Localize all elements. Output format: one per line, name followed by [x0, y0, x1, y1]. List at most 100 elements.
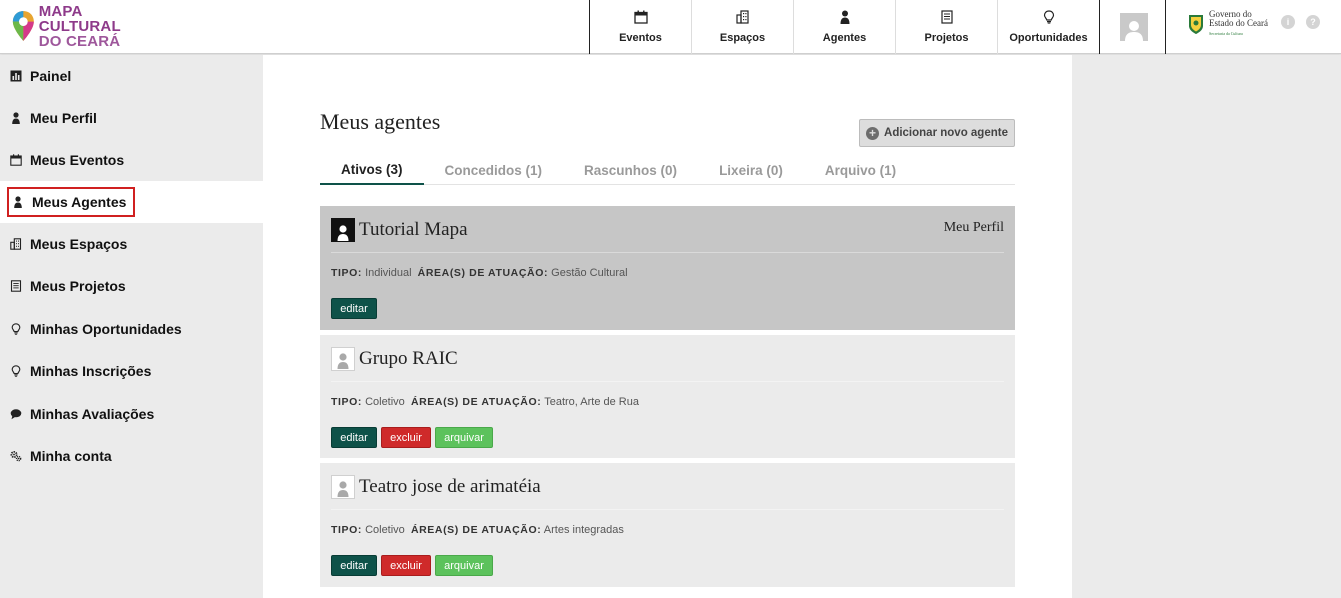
- logo-line-1: MAPA CULTURAL: [38, 2, 121, 35]
- sidebar-item-painel[interactable]: Painel: [0, 55, 263, 97]
- delete-button[interactable]: excluir: [381, 555, 431, 576]
- nav-label: Eventos: [619, 32, 662, 44]
- add-agent-button[interactable]: + Adicionar novo agente: [859, 119, 1015, 147]
- sidebar-item-minhas-inscricoes[interactable]: Minhas Inscrições: [0, 350, 263, 392]
- site-logo[interactable]: MAPA CULTURAL DO CEARÁ: [12, 2, 152, 50]
- delete-button[interactable]: excluir: [381, 427, 431, 448]
- agent-tipo: Coletivo: [365, 524, 405, 536]
- agent-area: Teatro, Arte de Rua: [544, 396, 639, 408]
- agent-card: Teatro jose de arimatéia TIPO: Coletivo …: [320, 463, 1015, 587]
- tab-concedidos[interactable]: Concedidos (1): [424, 155, 564, 185]
- agent-meta: TIPO: Coletivo ÁREA(S) DE ATUAÇÃO: Teatr…: [331, 396, 639, 408]
- add-agent-label: Adicionar novo agente: [884, 127, 1008, 139]
- chart-icon: [10, 70, 22, 82]
- area-label: ÁREA(S) DE ATUAÇÃO:: [410, 524, 542, 536]
- nav-oportunidades[interactable]: Oportunidades: [998, 0, 1100, 54]
- tipo-label: TIPO:: [331, 396, 362, 408]
- sidebar-item-meus-projetos[interactable]: Meus Projetos: [0, 265, 263, 307]
- building-icon: [10, 238, 22, 250]
- sidebar-item-label: Meus Projetos: [30, 278, 126, 294]
- info-icon[interactable]: i: [1281, 15, 1295, 29]
- map-pin-logo-icon: [12, 11, 34, 41]
- tipo-label: TIPO:: [331, 267, 362, 279]
- gov-subtitle: Secretaria da Cultura: [1209, 31, 1243, 36]
- agent-avatar-icon: [331, 475, 355, 499]
- divider: [331, 252, 1004, 253]
- person-icon: [12, 112, 20, 124]
- sidebar-item-minhas-oportunidades[interactable]: Minhas Oportunidades: [0, 308, 263, 350]
- agent-meta: TIPO: Coletivo ÁREA(S) DE ATUAÇÃO: Artes…: [331, 524, 624, 536]
- person-icon: [840, 10, 849, 24]
- gears-icon: [10, 451, 22, 462]
- sidebar-item-minhas-avaliacoes[interactable]: Minhas Avaliações: [0, 393, 263, 435]
- agent-name[interactable]: Tutorial Mapa: [359, 219, 468, 241]
- tab-rascunhos[interactable]: Rascunhos (0): [563, 155, 698, 185]
- sidebar-item-meus-eventos[interactable]: Meus Eventos: [0, 139, 263, 181]
- document-icon: [10, 280, 22, 292]
- my-profile-tag: Meu Perfil: [943, 220, 1004, 235]
- tab-lixeira[interactable]: Lixeira (0): [698, 155, 804, 185]
- help-icon[interactable]: ?: [1306, 15, 1320, 29]
- agent-tipo: Individual: [365, 267, 412, 279]
- active-highlight: Meus Agentes: [7, 187, 136, 217]
- user-silhouette-icon: [1124, 21, 1143, 41]
- sidebar: Painel Meu Perfil Meus Eventos Meus Agen…: [0, 55, 263, 598]
- divider: [331, 509, 1004, 510]
- nav-label: Agentes: [822, 32, 867, 44]
- archive-button[interactable]: arquivar: [435, 427, 493, 448]
- nav-agentes[interactable]: Agentes: [794, 0, 896, 54]
- main-content: Meus agentes + Adicionar novo agente Ati…: [263, 55, 1072, 598]
- plus-circle-icon: +: [866, 126, 880, 140]
- sidebar-item-label: Minhas Oportunidades: [30, 321, 182, 337]
- sidebar-item-meu-perfil[interactable]: Meu Perfil: [0, 97, 263, 139]
- agent-card: Tutorial Mapa Meu Perfil TIPO: Individua…: [320, 206, 1015, 330]
- lightbulb-icon: [11, 323, 21, 335]
- agent-name[interactable]: Grupo RAIC: [359, 348, 458, 370]
- sidebar-item-label: Minhas Avaliações: [30, 406, 155, 422]
- divider: [331, 381, 1004, 382]
- nav-projetos[interactable]: Projetos: [896, 0, 998, 54]
- nav-label: Espaços: [719, 32, 766, 44]
- chat-icon: [10, 409, 22, 420]
- tipo-label: TIPO:: [331, 524, 362, 536]
- sidebar-item-label: Meus Espaços: [30, 236, 128, 252]
- avatar: [1119, 13, 1148, 41]
- sidebar-item-label: Minha conta: [30, 448, 112, 464]
- gov-line-2: Estado do Ceará: [1209, 18, 1268, 28]
- tab-arquivo[interactable]: Arquivo (1): [804, 155, 917, 185]
- building-icon: [735, 10, 749, 24]
- right-margin: [1072, 55, 1341, 598]
- nav-espacos[interactable]: Espaços: [692, 0, 794, 54]
- sidebar-item-label: Meu Perfil: [30, 110, 97, 126]
- user-avatar-menu[interactable]: [1102, 0, 1166, 54]
- agent-area: Artes integradas: [543, 524, 624, 536]
- document-icon: [940, 10, 953, 24]
- archive-button[interactable]: arquivar: [435, 555, 493, 576]
- sidebar-item-meus-agentes[interactable]: Meus Agentes: [0, 181, 263, 223]
- agent-meta: TIPO: Individual ÁREA(S) DE ATUAÇÃO: Ges…: [331, 267, 628, 279]
- sidebar-item-label: Painel: [30, 68, 72, 84]
- edit-button[interactable]: editar: [331, 298, 377, 319]
- sidebar-item-meus-espacos[interactable]: Meus Espaços: [0, 223, 263, 265]
- sidebar-item-minha-conta[interactable]: Minha conta: [0, 435, 263, 477]
- agent-tipo: Coletivo: [365, 396, 405, 408]
- lightbulb-icon: [1043, 10, 1054, 24]
- top-header: MAPA CULTURAL DO CEARÁ Eventos Espaços A…: [0, 0, 1341, 54]
- area-label: ÁREA(S) DE ATUAÇÃO:: [417, 267, 549, 279]
- sidebar-item-label: Meus Eventos: [30, 152, 125, 168]
- nav-label: Oportunidades: [1009, 32, 1088, 44]
- state-emblem-icon: [1189, 15, 1203, 34]
- agent-tabs: Ativos (3) Concedidos (1) Rascunhos (0) …: [320, 155, 1015, 185]
- main-nav: Eventos Espaços Agentes Projetos Oportun…: [589, 0, 1100, 54]
- agent-avatar-icon: [331, 347, 355, 371]
- logo-line-2: DO CEARÁ: [38, 32, 121, 50]
- edit-button[interactable]: editar: [331, 427, 377, 448]
- lightbulb-icon: [11, 365, 21, 377]
- nav-eventos[interactable]: Eventos: [590, 0, 692, 54]
- edit-button[interactable]: editar: [331, 555, 377, 576]
- agent-name[interactable]: Teatro jose de arimatéia: [359, 476, 541, 498]
- tab-ativos[interactable]: Ativos (3): [320, 155, 424, 185]
- page-title: Meus agentes: [320, 109, 441, 134]
- government-logo[interactable]: Governo do Estado do Ceará Secretaria da…: [1188, 10, 1268, 38]
- calendar-icon: [10, 154, 22, 166]
